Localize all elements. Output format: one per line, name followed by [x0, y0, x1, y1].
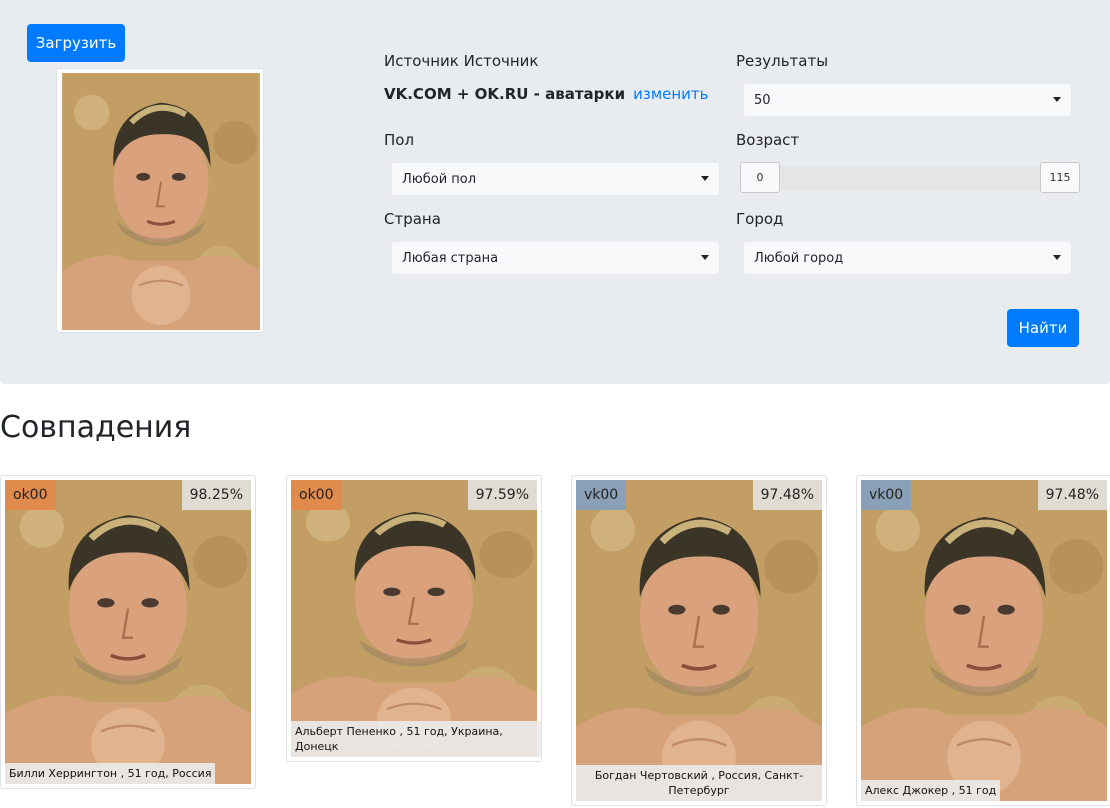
search-panel: Загрузить Источник Источник VK.COM + OK.… [0, 0, 1110, 384]
age-label: Возраст [736, 131, 800, 149]
match-photo [576, 480, 822, 801]
gender-select-value: Любой пол [402, 171, 477, 187]
match-photo [861, 480, 1107, 801]
score-badge: 98.25% [181, 480, 251, 510]
age-min-handle[interactable]: 0 [740, 162, 780, 193]
match-caption: Алекс Джокер , 51 год [861, 780, 1001, 801]
results-label: Результаты [736, 52, 829, 70]
chevron-down-icon [701, 255, 709, 260]
city-select-value: Любой город [754, 250, 844, 266]
source-value: VK.COM + OK.RU - аватарки изменить [384, 85, 709, 103]
chevron-down-icon [1053, 97, 1061, 102]
match-card[interactable]: ok00 98.25% Билли Херрингтон , 51 год, Р… [0, 475, 256, 789]
matches-title: Совпадения [0, 410, 192, 445]
match-photo [5, 480, 251, 784]
match-card[interactable]: ok00 97.59% Альберт Пененко , 51 год, Ук… [286, 475, 542, 762]
country-label: Страна [384, 210, 441, 228]
score-badge: 97.48% [1037, 480, 1107, 510]
upload-button[interactable]: Загрузить [27, 24, 125, 62]
country-select[interactable]: Любая страна [392, 242, 719, 274]
find-button[interactable]: Найти [1007, 309, 1079, 347]
match-photo [291, 480, 537, 757]
match-card[interactable]: vk00 97.48% Богдан Чертовский , Россия, … [571, 475, 827, 806]
city-select[interactable]: Любой город [744, 242, 1071, 274]
source-label: Источник Источник [384, 52, 539, 70]
results-select[interactable]: 50 [744, 84, 1071, 116]
source-value-text: VK.COM + OK.RU - аватарки [384, 85, 626, 103]
chevron-down-icon [1053, 255, 1061, 260]
results-select-value: 50 [754, 92, 771, 108]
source-badge: ok00 [291, 480, 342, 510]
source-badge: vk00 [861, 480, 912, 510]
query-photo-image [61, 73, 261, 330]
change-source-link[interactable]: изменить [633, 85, 708, 103]
match-caption: Богдан Чертовский , Россия, Санкт-Петерб… [576, 765, 822, 801]
match-caption: Альберт Пененко , 51 год, Украина, Донец… [291, 721, 541, 757]
source-badge: vk00 [576, 480, 627, 510]
country-select-value: Любая страна [402, 250, 499, 266]
age-max-handle[interactable]: 115 [1040, 162, 1080, 193]
gender-label: Пол [384, 131, 415, 149]
source-badge: ok00 [5, 480, 56, 510]
score-badge: 97.48% [752, 480, 822, 510]
age-slider-track[interactable] [779, 166, 1041, 190]
score-badge: 97.59% [467, 480, 537, 510]
match-caption: Билли Херрингтон , 51 год, Россия [5, 763, 216, 784]
gender-select[interactable]: Любой пол [392, 163, 719, 195]
city-label: Город [736, 210, 784, 228]
match-card[interactable]: vk00 97.48% Алекс Джокер , 51 год [856, 475, 1110, 806]
chevron-down-icon [701, 176, 709, 181]
query-photo [56, 68, 264, 333]
